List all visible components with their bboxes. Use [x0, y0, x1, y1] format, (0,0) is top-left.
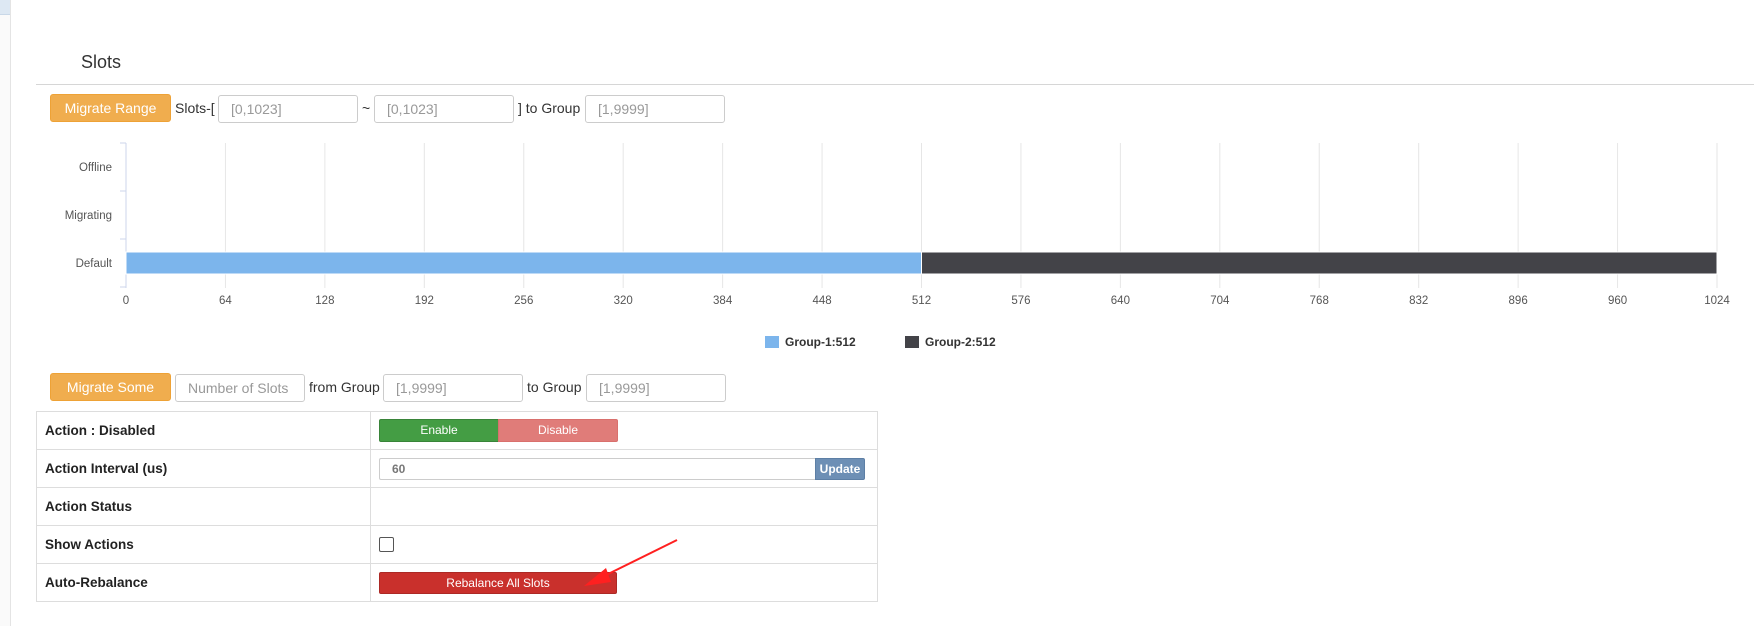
legend-label: Group-2:512	[925, 335, 996, 349]
x-tick-label: 576	[1011, 295, 1030, 305]
x-tick-label: 64	[219, 295, 232, 305]
table-row: Action Interval (us) Update	[36, 449, 878, 488]
auto-rebalance-label: Auto-Rebalance	[36, 563, 371, 602]
migrate-some-button[interactable]: Migrate Some	[50, 373, 171, 401]
bar-default-series-2	[921, 251, 1718, 275]
table-row: Show Actions	[36, 525, 878, 564]
x-tick-label: 832	[1409, 295, 1428, 305]
interval-cell: Update	[370, 449, 878, 488]
source-group-input[interactable]	[383, 374, 523, 402]
left-panel-edge	[0, 0, 11, 626]
to-group-label: ] to Group	[518, 100, 581, 116]
x-tick-label: 512	[912, 295, 931, 305]
table-row: Auto-Rebalance Rebalance All Slots	[36, 563, 878, 602]
table-row: Action Status	[36, 487, 878, 526]
x-tick-label: 1024	[1704, 295, 1730, 305]
slots-prefix-label: Slots-[	[175, 100, 215, 116]
x-tick-label: 448	[812, 295, 831, 305]
show-actions-checkbox[interactable]	[379, 537, 394, 553]
action-state-label: Action : Disabled	[36, 411, 371, 450]
x-tick-label: 640	[1111, 295, 1130, 305]
action-settings-table: Action : Disabled Enable Disable Action I…	[36, 411, 878, 602]
action-interval-input[interactable]	[379, 457, 815, 480]
disable-button[interactable]: Disable	[498, 419, 618, 442]
left-panel-tab	[0, 0, 10, 15]
rebalance-all-slots-button[interactable]: Rebalance All Slots	[379, 571, 617, 594]
range-tilde-label: ~	[362, 100, 371, 116]
enable-button[interactable]: Enable	[379, 419, 499, 442]
x-tick-label: 384	[713, 295, 733, 305]
update-button[interactable]: Update	[815, 457, 865, 480]
rebalance-cell: Rebalance All Slots	[370, 563, 878, 602]
to-group-label: to Group	[527, 379, 582, 395]
x-tick-label: 192	[415, 295, 434, 305]
legend-swatch	[765, 336, 779, 348]
action-status-value	[370, 487, 878, 526]
x-tick-label: 896	[1509, 295, 1528, 305]
legend-item-group-1[interactable]: Group-1:512	[765, 335, 856, 349]
legend-label: Group-1:512	[785, 335, 856, 349]
action-status-label: Action Status	[36, 487, 371, 526]
title-divider	[36, 84, 1754, 85]
range-to-input[interactable]	[374, 95, 514, 123]
x-tick-label: 320	[614, 295, 633, 305]
category-label: Offline	[79, 162, 112, 174]
from-group-label: from Group	[309, 379, 380, 395]
range-target-group-input[interactable]	[585, 95, 725, 123]
slot-count-input[interactable]	[175, 374, 305, 402]
migrate-range-button[interactable]: Migrate Range	[50, 94, 171, 122]
x-tick-label: 128	[315, 295, 334, 305]
range-from-input[interactable]	[218, 95, 358, 123]
section-title: Slots	[81, 52, 122, 72]
x-tick-label: 768	[1310, 295, 1329, 305]
x-tick-label: 960	[1608, 295, 1627, 305]
action-toggle-cell: Enable Disable	[370, 411, 878, 450]
table-row: Action : Disabled Enable Disable	[36, 411, 878, 450]
show-actions-cell	[370, 525, 878, 564]
bar-default-series-1	[125, 251, 922, 275]
legend-item-group-2[interactable]: Group-2:512	[905, 335, 996, 349]
x-tick-label: 0	[123, 295, 129, 305]
category-label: Migrating	[65, 210, 112, 222]
action-interval-label: Action Interval (us)	[36, 449, 371, 488]
show-actions-label: Show Actions	[36, 525, 371, 564]
legend-swatch	[905, 336, 919, 348]
x-tick-label: 256	[514, 295, 533, 305]
x-tick-label: 704	[1210, 295, 1230, 305]
target-group-input[interactable]	[586, 374, 726, 402]
category-label: Default	[76, 258, 113, 270]
slots-chart: Offline Migrating Default 0 64 128 192 256 320 38…	[65, 142, 1730, 305]
